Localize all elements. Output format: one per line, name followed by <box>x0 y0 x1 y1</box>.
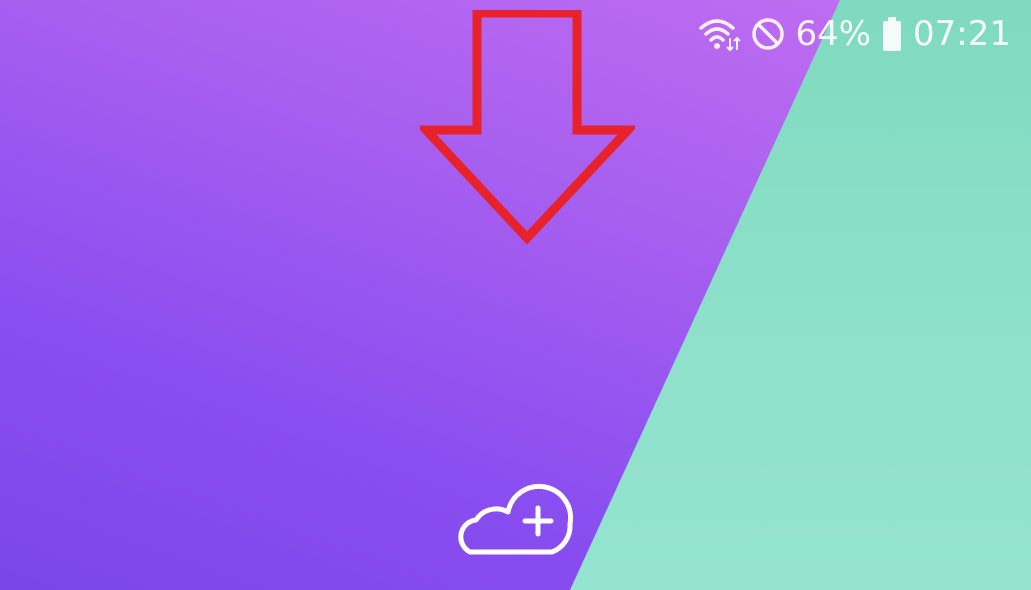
home-screen: 64% 07:21 <box>0 0 1031 590</box>
wifi-data-transfer-icon <box>697 14 742 54</box>
status-bar[interactable]: 64% 07:21 <box>697 8 1011 60</box>
cloud-add-icon <box>456 483 578 560</box>
battery-percent: 64% <box>795 14 872 54</box>
battery-icon <box>881 16 903 52</box>
status-time: 07:21 <box>913 14 1011 54</box>
do-not-disturb-icon <box>751 17 785 51</box>
arrow-down-icon <box>415 8 639 250</box>
add-cloud-button[interactable] <box>456 482 578 561</box>
